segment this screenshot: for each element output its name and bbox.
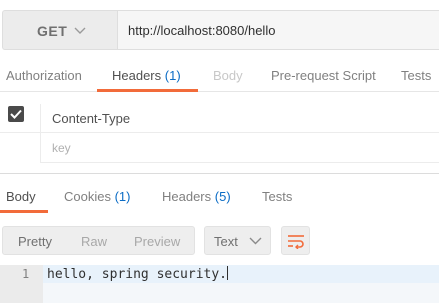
- text-cursor: [227, 266, 229, 280]
- tab-label: Pre-request Script: [271, 68, 376, 83]
- response-tab-tests[interactable]: Tests: [262, 189, 292, 204]
- tab-label: Body: [213, 68, 243, 83]
- tab-tests[interactable]: Tests: [401, 68, 431, 83]
- response-body-editor[interactable]: 1 hello, spring security.: [0, 265, 439, 303]
- tab-label: Authorization: [6, 68, 82, 83]
- tab-label: Cookies: [64, 189, 111, 204]
- tab-count: (1): [164, 68, 181, 83]
- tab-label: Headers: [112, 68, 162, 83]
- header-key[interactable]: Content-Type: [52, 111, 130, 126]
- response-tabs: Body Cookies (1) Headers (5) Tests: [0, 174, 439, 214]
- tab-label: Body: [6, 189, 36, 204]
- code-line-text: hello, spring security.: [47, 267, 228, 282]
- view-mode-switcher: Pretty Raw Preview: [2, 226, 195, 255]
- active-tab-indicator: [97, 89, 198, 92]
- tab-label: Headers: [162, 189, 212, 204]
- tab-body[interactable]: Body: [213, 68, 243, 83]
- column-divider: [40, 104, 41, 162]
- view-raw-button[interactable]: Raw: [81, 234, 107, 249]
- response-tab-headers[interactable]: Headers (5): [162, 189, 231, 204]
- line-number: 1: [22, 267, 30, 281]
- line-number-gutter: 1: [0, 265, 43, 303]
- view-pretty-button[interactable]: Pretty: [18, 234, 52, 249]
- url-input[interactable]: [117, 10, 439, 50]
- request-url-bar: GET: [0, 0, 439, 63]
- tab-count: (1): [114, 189, 131, 204]
- response-tab-body[interactable]: Body: [6, 189, 36, 204]
- tab-headers[interactable]: Headers (1): [112, 68, 181, 83]
- view-preview-button[interactable]: Preview: [134, 234, 180, 249]
- format-label: Text: [214, 234, 238, 249]
- tab-count: (5): [214, 189, 231, 204]
- tab-label: Tests: [401, 68, 432, 83]
- tab-label: Tests: [262, 189, 293, 204]
- row-divider: [40, 162, 439, 163]
- tab-pre-request-script[interactable]: Pre-request Script: [271, 68, 376, 83]
- format-dropdown[interactable]: Text: [204, 226, 271, 255]
- wrap-lines-icon: [288, 235, 304, 249]
- wrap-lines-button[interactable]: [281, 226, 310, 255]
- chevron-down-icon: [249, 237, 262, 245]
- checkmark-icon: [10, 109, 22, 119]
- method-label: GET: [37, 23, 68, 39]
- chevron-down-icon: [74, 27, 86, 34]
- new-header-key-input[interactable]: key: [52, 141, 71, 155]
- method-dropdown[interactable]: GET: [2, 10, 117, 50]
- tab-authorization[interactable]: Authorization: [6, 68, 82, 83]
- request-tabs: Authorization Headers (1) Body Pre-reque…: [0, 58, 439, 92]
- active-tab-indicator: [0, 210, 48, 213]
- header-enabled-checkbox[interactable]: [8, 106, 24, 122]
- response-tab-cookies[interactable]: Cookies (1): [64, 189, 130, 204]
- code-line: hello, spring security.: [47, 266, 229, 282]
